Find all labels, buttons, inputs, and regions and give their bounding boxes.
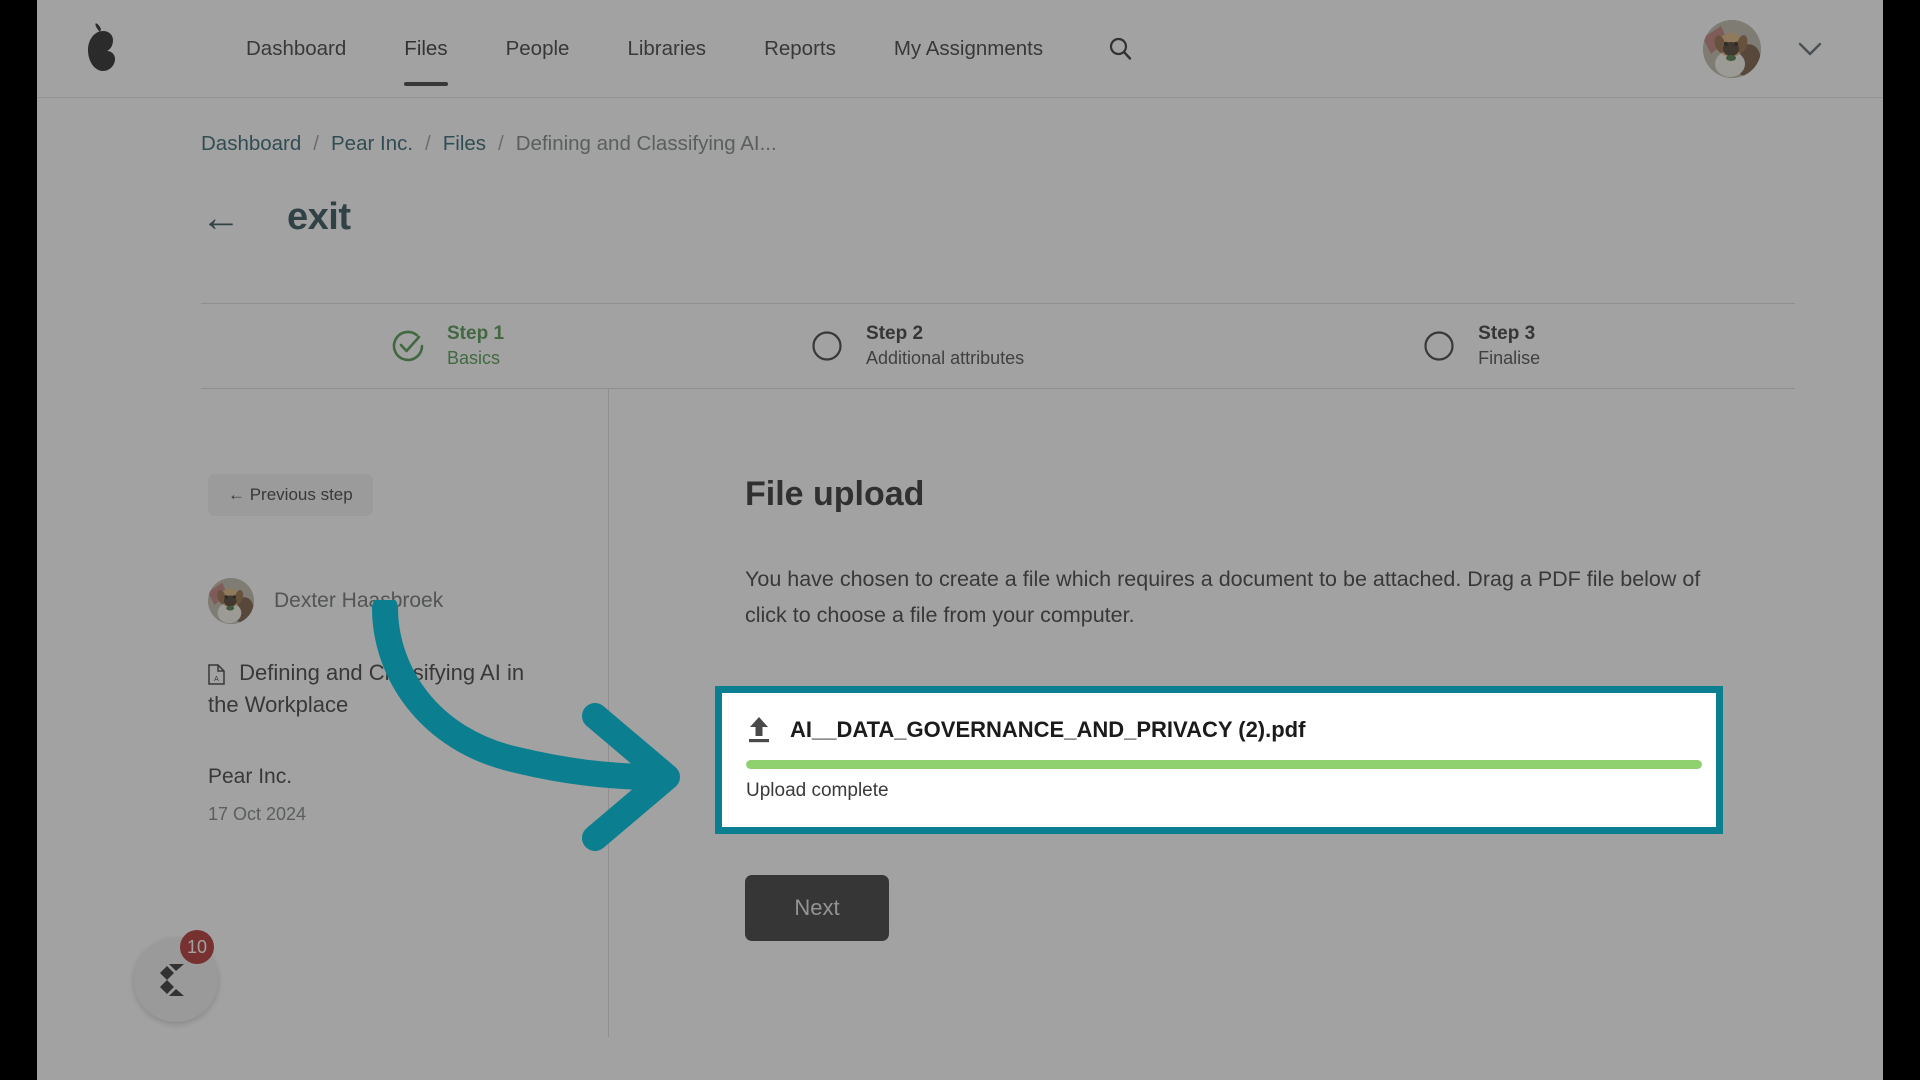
nav-label: My Assignments (893, 36, 1044, 60)
upload-icon (746, 715, 772, 745)
exit-button[interactable]: ← exit (201, 195, 351, 240)
file-upload-dropzone[interactable]: AI__DATA_GOVERNANCE_AND_PRIVACY (2).pdf … (715, 686, 1723, 834)
step-1-subtitle: Basics (447, 348, 501, 369)
breadcrumb-separator: / (425, 132, 431, 155)
breadcrumb-separator: / (313, 132, 319, 155)
circle-icon (1422, 329, 1456, 363)
organisation-name: Pear Inc. (208, 765, 293, 788)
author-row: Dexter Haasbroek (208, 578, 443, 624)
step-3-title: Step 3 (1478, 323, 1536, 345)
nav-item-files[interactable]: Files (375, 20, 476, 86)
exit-label: exit (287, 196, 351, 238)
nav-label: Reports (764, 36, 836, 60)
nav-label: Libraries (627, 36, 707, 60)
chevron-down-icon[interactable] (1797, 41, 1823, 57)
breadcrumb: Dashboard / Pear Inc. / Files / Defining… (201, 132, 777, 156)
nav-item-people[interactable]: People (477, 20, 599, 78)
step-3-subtitle: Finalise (1478, 348, 1541, 369)
step-2-labels: Step 2 Additional attributes (866, 323, 1024, 369)
breadcrumb-current: Defining and Classifying AI... (515, 132, 777, 155)
document-title: A Defining and Classifying AI in the Wor… (208, 658, 538, 720)
nav-item-dashboard[interactable]: Dashboard (217, 20, 375, 78)
nav-label: Files (404, 36, 448, 60)
user-avatar-dog[interactable] (1703, 19, 1761, 78)
step-1-basics[interactable]: Step 1 Basics (391, 323, 504, 369)
document-title-text: Defining and Classifying AI in the Workp… (208, 660, 525, 717)
uploaded-file-row: AI__DATA_GOVERNANCE_AND_PRIVACY (2).pdf (746, 715, 1692, 745)
nav-item-reports[interactable]: Reports (735, 20, 865, 78)
screen-dim-overlay (37, 0, 1883, 1080)
previous-step-button[interactable]: ← Previous step (208, 474, 373, 516)
upload-progress-bar (746, 760, 1702, 769)
nav-label: Dashboard (246, 36, 347, 60)
author-name: Dexter Haasbroek (274, 589, 444, 612)
nav-item-my-assignments[interactable]: My Assignments (865, 20, 1072, 78)
column-divider (608, 389, 609, 1037)
breadcrumb-separator: / (498, 132, 504, 155)
next-button[interactable]: Next (745, 875, 889, 941)
uploaded-file-name: AI__DATA_GOVERNANCE_AND_PRIVACY (2).pdf (790, 717, 1306, 742)
file-upload-inner: AI__DATA_GOVERNANCE_AND_PRIVACY (2).pdf … (722, 693, 1716, 827)
upload-status-text: Upload complete (746, 780, 889, 801)
step-2-additional-attributes[interactable]: Step 2 Additional attributes (810, 323, 1024, 369)
step-3-finalise[interactable]: Step 3 Finalise (1422, 323, 1540, 369)
page-description: You have chosen to create a file which r… (745, 567, 1701, 627)
step-1-title: Step 1 (447, 323, 505, 345)
step-2-title: Step 2 (866, 323, 924, 345)
step-progress-bar: Step 1 Basics Step 2 Additional attribut… (201, 303, 1795, 389)
letterbox-right (1883, 0, 1920, 1080)
search-icon[interactable] (1108, 36, 1133, 61)
letterbox-left (0, 0, 37, 1080)
nav-label: People (505, 36, 570, 60)
step-2-subtitle: Additional attributes (866, 348, 1025, 369)
nav-right-group (1703, 19, 1823, 78)
app-window: Dashboard Files People Libraries Reports… (37, 0, 1883, 1080)
author-avatar (208, 578, 254, 624)
chat-unread-badge: 10 (180, 930, 215, 964)
svg-text:A: A (214, 676, 219, 683)
arrow-left-icon: ← (201, 195, 241, 240)
upload-progress-fill (746, 760, 1702, 769)
breadcrumb-item-files[interactable]: Files (443, 132, 486, 156)
check-circle-icon (391, 329, 425, 363)
circle-icon (810, 329, 844, 363)
page-title: File upload (745, 475, 925, 513)
breadcrumb-item-pear-inc[interactable]: Pear Inc. (331, 132, 413, 156)
nav-item-libraries[interactable]: Libraries (598, 20, 735, 78)
pdf-file-icon: A (208, 662, 231, 687)
document-date: 17 Oct 2024 (208, 804, 307, 824)
top-navigation-bar: Dashboard Files People Libraries Reports… (37, 0, 1883, 98)
nav-item-list: Dashboard Files People Libraries Reports… (217, 20, 1133, 86)
step-1-labels: Step 1 Basics (447, 323, 504, 369)
pear-logo-icon[interactable] (75, 19, 129, 79)
breadcrumb-item-dashboard[interactable]: Dashboard (201, 132, 301, 156)
step-3-labels: Step 3 Finalise (1478, 323, 1540, 369)
